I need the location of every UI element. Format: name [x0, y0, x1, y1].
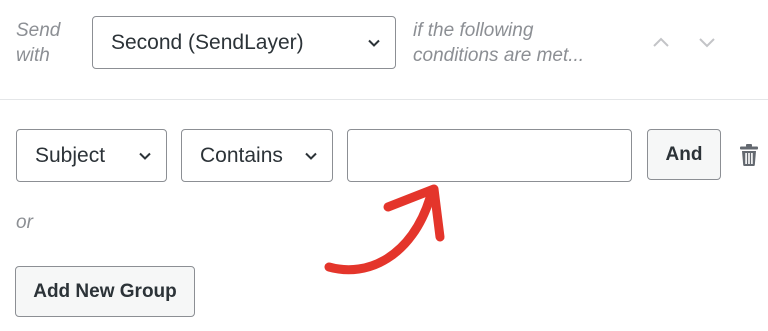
and-button[interactable]: And — [647, 129, 721, 180]
send-with-label: Send with — [16, 20, 61, 66]
add-new-group-button[interactable]: Add New Group — [15, 266, 195, 317]
chevron-down-icon — [139, 152, 151, 160]
chevron-down-icon — [368, 39, 380, 47]
curved-arrow-icon — [324, 184, 445, 275]
connection-select-value: Second (SendLayer) — [111, 30, 304, 54]
or-separator: or — [16, 212, 33, 233]
section-divider — [0, 99, 768, 100]
connection-select[interactable]: Second (SendLayer) — [92, 16, 396, 69]
move-up-button[interactable] — [651, 34, 671, 50]
move-down-button[interactable] — [697, 34, 717, 50]
chevron-down-icon — [305, 152, 317, 160]
field-select-value: Subject — [35, 143, 106, 167]
conditions-text: if the following conditions are met... — [413, 20, 585, 66]
field-select[interactable]: Subject — [16, 129, 167, 182]
operator-select-value: Contains — [200, 143, 283, 167]
condition-value-input[interactable] — [347, 129, 632, 182]
trash-icon[interactable] — [739, 143, 759, 167]
operator-select[interactable]: Contains — [181, 129, 333, 182]
